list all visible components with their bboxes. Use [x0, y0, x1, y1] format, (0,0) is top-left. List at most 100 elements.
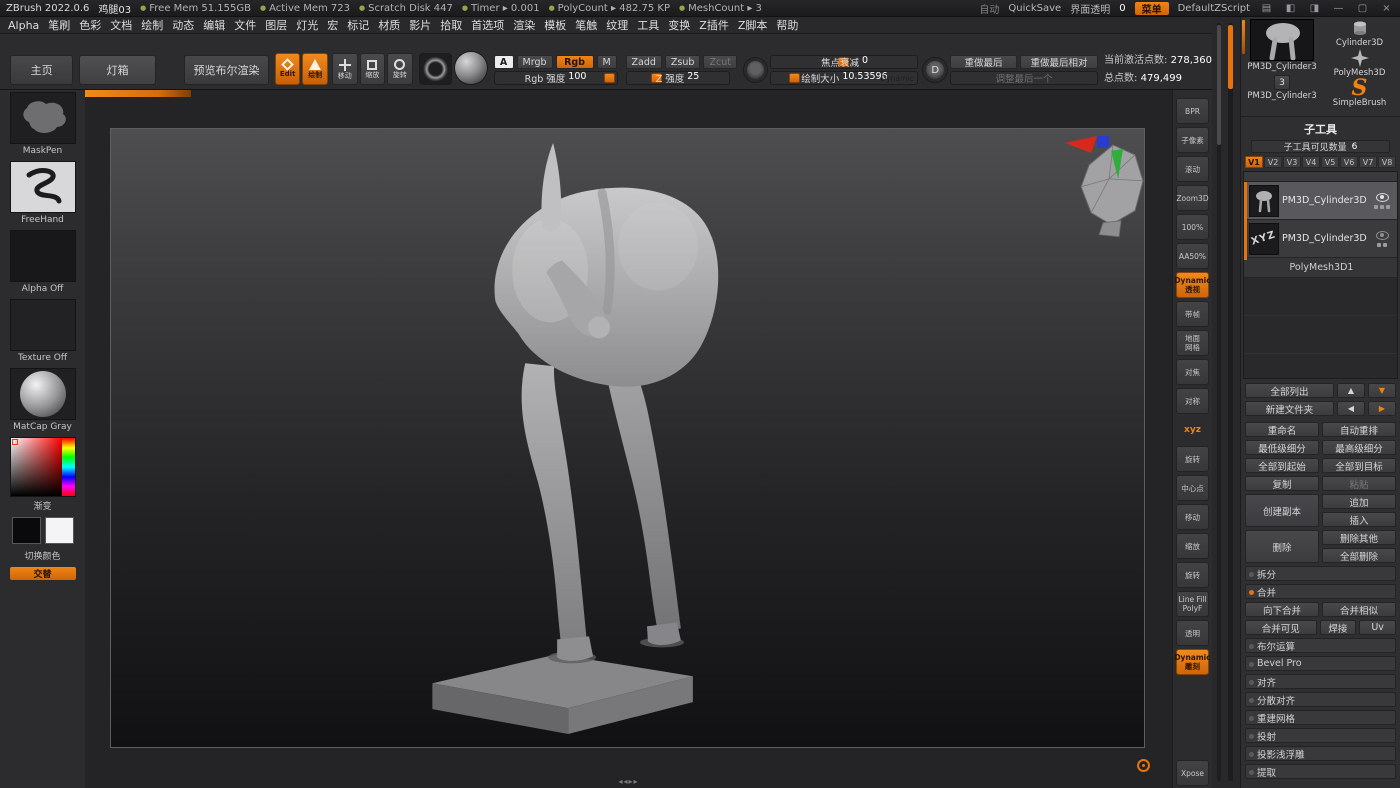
menu-texture[interactable]: 纹理 [606, 17, 628, 33]
right-shelf-zoom3d[interactable]: Zoom3D [1176, 185, 1209, 211]
right-shelf-bpr[interactable]: BPR [1176, 98, 1209, 124]
adjust-last-slider[interactable]: 调整最后一个 [950, 71, 1098, 85]
subtool-row[interactable]: PM3D_Cylinder3D2 [1244, 182, 1397, 220]
slider-knob[interactable] [789, 73, 800, 83]
z-intensity-slider[interactable]: Z 强度25 [626, 71, 730, 85]
paint-a-button[interactable]: A [494, 55, 514, 69]
right-shelf-dynamic-perspective[interactable]: Dynamic透视 [1176, 272, 1209, 298]
subtool-delete-other-button[interactable]: 删除其他 [1322, 530, 1396, 545]
canvas-scrollbar-thumb[interactable] [1217, 25, 1221, 145]
right-shelf-rotate-ring[interactable]: 旋转 [1176, 446, 1209, 472]
tool-slot-current[interactable] [1250, 19, 1314, 61]
section-bevel-pro[interactable]: Bevel Pro [1245, 656, 1396, 671]
slider-knob[interactable] [604, 73, 615, 83]
tray-scrollbar[interactable] [1228, 23, 1233, 781]
right-shelf-scale[interactable]: 缩放 [1176, 533, 1209, 559]
menu-stencil[interactable]: 模板 [544, 17, 566, 33]
paint-rgb-button[interactable]: Rgb [556, 55, 594, 69]
menu-movie[interactable]: 影片 [409, 17, 431, 33]
zscript-name[interactable]: DefaultZScript [1178, 3, 1250, 14]
subtool-lowest-subdiv-button[interactable]: 最低级细分 [1245, 440, 1319, 455]
canvas-document[interactable] [110, 128, 1145, 748]
paint-mrgb-button[interactable]: Mrgb [517, 55, 553, 69]
subtool-delete-all-button[interactable]: 全部删除 [1322, 548, 1396, 563]
menu-help[interactable]: 帮助 [776, 17, 798, 33]
right-shelf-floor-grid[interactable]: 地面网格 [1176, 330, 1209, 356]
subtool-down-button[interactable]: ▼ [1368, 383, 1396, 398]
saturation-value-square[interactable] [11, 438, 62, 496]
polymesh3d-star-icon[interactable] [1351, 49, 1369, 67]
menu-file[interactable]: 文件 [234, 17, 256, 33]
menu-light[interactable]: 灯光 [296, 17, 318, 33]
edit-mode-button[interactable]: Edit [275, 53, 301, 85]
menu-preferences[interactable]: 首选项 [471, 17, 504, 33]
tray-scrollbar-thumb[interactable] [1228, 25, 1233, 89]
subtool-visible-count-slider[interactable]: 子工具可见数量 6 [1251, 140, 1390, 153]
menu-zplugin[interactable]: Z插件 [699, 17, 729, 33]
folder-left-button[interactable]: ◀ [1337, 401, 1365, 416]
subtool-copy-button[interactable]: 复制 [1245, 476, 1319, 491]
stroke-selector[interactable]: FreeHand [10, 161, 76, 225]
menu-button[interactable]: 菜单 [1135, 2, 1169, 15]
material-sphere-icon[interactable] [454, 51, 487, 85]
uv-button[interactable]: Uv [1359, 620, 1396, 635]
tab-v2[interactable]: V2 [1264, 156, 1282, 168]
tab-v4[interactable]: V4 [1302, 156, 1320, 168]
subtool-rename-button[interactable]: 重命名 [1245, 422, 1319, 437]
subtool-row[interactable]: PolyMesh3D1 [1244, 258, 1397, 278]
subtool-toggle-icons[interactable] [1374, 205, 1390, 209]
section-project[interactable]: 投射 [1245, 728, 1396, 743]
hue-strip[interactable] [62, 438, 75, 496]
right-shelf-spix[interactable]: 子像素 [1176, 127, 1209, 153]
subtool-all-to-start-button[interactable]: 全部到起始 [1245, 458, 1319, 473]
simplebrush-s-icon[interactable]: S [1352, 79, 1368, 97]
weld-button[interactable]: 焊接 [1320, 620, 1357, 635]
right-shelf-local-symmetry[interactable]: 对称 [1176, 388, 1209, 414]
section-extract[interactable]: 提取 [1245, 764, 1396, 779]
tab-v6[interactable]: V6 [1340, 156, 1358, 168]
dock-left-icon[interactable]: ◧ [1283, 3, 1298, 14]
menu-picker[interactable]: 拾取 [440, 17, 462, 33]
menu-edit[interactable]: 编辑 [203, 17, 225, 33]
menu-tool[interactable]: 工具 [637, 17, 659, 33]
focal-shift-slider[interactable]: 焦点衰减0 [770, 55, 918, 69]
folder-right-button[interactable]: ▶ [1368, 401, 1396, 416]
section-scatter-align[interactable]: 分散对齐 [1245, 692, 1396, 707]
section-remesh[interactable]: 重建网格 [1245, 710, 1396, 725]
alpha-selector[interactable]: Alpha Off [10, 230, 76, 294]
tray-drag-handle-icon[interactable] [1242, 20, 1245, 54]
tab-v7[interactable]: V7 [1359, 156, 1377, 168]
subtool-highest-subdiv-button[interactable]: 最高级细分 [1322, 440, 1396, 455]
subtool-toggle-icons[interactable] [1377, 243, 1387, 247]
zadd-button[interactable]: Zadd [626, 55, 662, 69]
section-relief-project[interactable]: 投影浅浮雕 [1245, 746, 1396, 761]
right-shelf-xpose[interactable]: Xpose [1176, 760, 1209, 786]
menu-layer[interactable]: 图层 [265, 17, 287, 33]
draw-mode-button[interactable]: 绘制 [302, 53, 328, 85]
right-shelf-polyframe[interactable]: Line FillPolyF [1176, 591, 1209, 617]
zsub-button[interactable]: Zsub [665, 55, 701, 69]
redo-last-button[interactable]: 重做最后 [950, 55, 1017, 69]
canvas-scroll-arrows[interactable]: ◂◂▸▸ [618, 777, 638, 786]
menu-material[interactable]: 材质 [378, 17, 400, 33]
right-shelf-move[interactable]: 移动 [1176, 504, 1209, 530]
preview-boolean-button[interactable]: 预览布尔渲染 [184, 55, 269, 85]
subtool-paste-button[interactable]: 粘贴 [1322, 476, 1396, 491]
right-shelf-focus[interactable]: 对焦 [1176, 359, 1209, 385]
move-mode-button[interactable]: 移动 [332, 53, 358, 85]
section-split[interactable]: 拆分 [1245, 566, 1396, 581]
switch-color-label[interactable]: 切换颜色 [24, 549, 60, 562]
menu-render[interactable]: 渲染 [513, 17, 535, 33]
main-color-swatch[interactable] [12, 517, 41, 544]
subtool-auto-reorder-button[interactable]: 自动重排 [1322, 422, 1396, 437]
brush-selector[interactable]: MaskPen [10, 92, 76, 156]
right-shelf-aahalf[interactable]: AA50% [1176, 243, 1209, 269]
home-button[interactable]: 主页 [10, 55, 73, 85]
close-icon[interactable]: × [1379, 3, 1394, 14]
zcut-button[interactable]: Zcut [703, 55, 736, 69]
dynamic-d-icon[interactable]: D [922, 57, 948, 83]
tab-v1[interactable]: V1 [1245, 156, 1263, 168]
right-shelf-xyz[interactable]: xyz [1176, 417, 1209, 443]
visibility-eye-icon[interactable] [1376, 193, 1389, 202]
subtool-append-button[interactable]: 追加 [1322, 494, 1396, 509]
